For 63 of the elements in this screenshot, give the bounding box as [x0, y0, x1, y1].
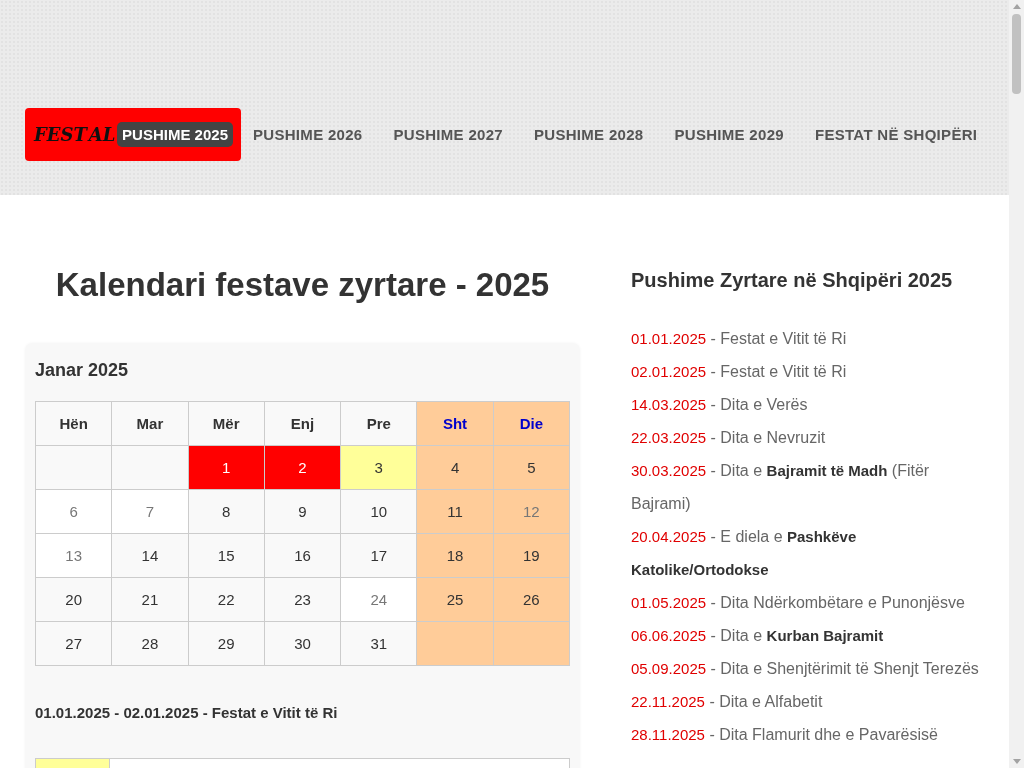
nav-link[interactable]: PUSHIME 2029 — [674, 126, 784, 143]
weekday-header: Hën — [35, 401, 112, 446]
holiday-item: 22.03.2025 - Dita e Nevruzit — [631, 428, 827, 448]
day-cell: 6 — [35, 489, 112, 534]
holiday-item: 22.11.2025 - Dita e Alfabetit — [631, 692, 824, 712]
day-cell: 3 — [340, 445, 417, 490]
holiday-range: 01.01.2025 - 02.01.2025 - Festat e Vitit të Ri — [35, 704, 339, 721]
day-cell: 16 — [264, 533, 341, 578]
day-cell: 22 — [188, 577, 265, 622]
day-cell: 21 — [111, 577, 189, 622]
day-cell: 25 — [416, 577, 494, 622]
holiday-item: 28.11.2025 - Dita Flamurit dhe e Pavarësisë — [631, 725, 939, 745]
holiday-item: 30.03.2025 - Dita e Bajramit të Madh (Fitër Bajrami) — [631, 461, 931, 514]
day-cell: 19 — [493, 533, 570, 578]
day-cell: 31 — [340, 621, 417, 666]
weekday-header: Pre — [340, 401, 417, 446]
day-cell: 7 — [111, 489, 189, 534]
day-cell: 30 — [264, 621, 341, 666]
day-cell: 5 — [493, 445, 570, 490]
day-cell: 9 — [264, 489, 341, 534]
day-cell: 17 — [340, 533, 417, 578]
nav-link[interactable]: PUSHIME 2027 — [393, 126, 503, 143]
sidebar-title: Pushime Zyrtare në Shqipëri 2025 — [631, 268, 954, 293]
day-cell: 26 — [493, 577, 570, 622]
holiday-item: 02.01.2025 - Festat e Vitit të Ri — [631, 362, 848, 382]
day-cell: 29 — [188, 621, 265, 666]
holiday-item: 01.01.2025 - Festat e Vitit të Ri — [631, 329, 848, 349]
holiday-item: 14.03.2025 - Dita e Verës — [631, 395, 809, 415]
day-cell: 8 — [188, 489, 265, 534]
logo-text: AL — [88, 124, 116, 145]
nav-link[interactable]: FESTAT NË SHQIPËRI — [814, 126, 978, 143]
day-cell: 28 — [111, 621, 189, 666]
page-title: Kalendari festave zyrtare - 2025 — [54, 265, 551, 305]
scrollbar[interactable] — [1009, 0, 1024, 768]
day-cell: 14 — [111, 533, 189, 578]
holiday-item: 01.05.2025 - Dita Ndërkombëtare e Punonjësve — [631, 593, 966, 613]
day-cell: 23 — [264, 577, 341, 622]
weekday-header: Mar — [111, 401, 189, 446]
weekday-header: Mër — [188, 401, 265, 446]
day-cell: 11 — [416, 489, 494, 534]
holiday-item: 20.04.2025 - E diela e Pashkëve Katolike/Ortodokse — [631, 527, 858, 580]
day-cell: 1 — [188, 445, 265, 490]
day-cell: 27 — [35, 621, 112, 666]
day-cell: 13 — [35, 533, 112, 578]
weekday-header: Sht — [416, 401, 494, 446]
nav-link[interactable]: PUSHIME 2026 — [253, 126, 363, 143]
month-title: Janar 2025 — [35, 359, 130, 382]
day-cell: 24 — [340, 577, 417, 622]
day-cell: 12 — [493, 489, 570, 534]
nav-link[interactable]: PUSHIME 2028 — [533, 126, 644, 143]
holiday-item: 05.09.2025 - Dita e Shenjtërimit të Shenjt Terezës — [631, 659, 980, 679]
holiday-item: 06.06.2025 - Dita e Kurban Bajramit — [631, 626, 885, 646]
nav-link[interactable]: PUSHIME 2025 — [117, 122, 233, 147]
logo-text: FEST — [34, 124, 87, 145]
day-cell: 15 — [188, 533, 265, 578]
day-cell: 18 — [416, 533, 494, 578]
day-cell: 20 — [35, 577, 112, 622]
day-cell: 10 — [340, 489, 417, 534]
logo[interactable]: FESTAL PUSHIME 2025 — [25, 108, 241, 161]
day-cell: 4 — [416, 445, 494, 490]
weekday-header: Enj — [264, 401, 341, 446]
weekday-header: Die — [493, 401, 570, 446]
day-cell: 2 — [264, 445, 341, 490]
